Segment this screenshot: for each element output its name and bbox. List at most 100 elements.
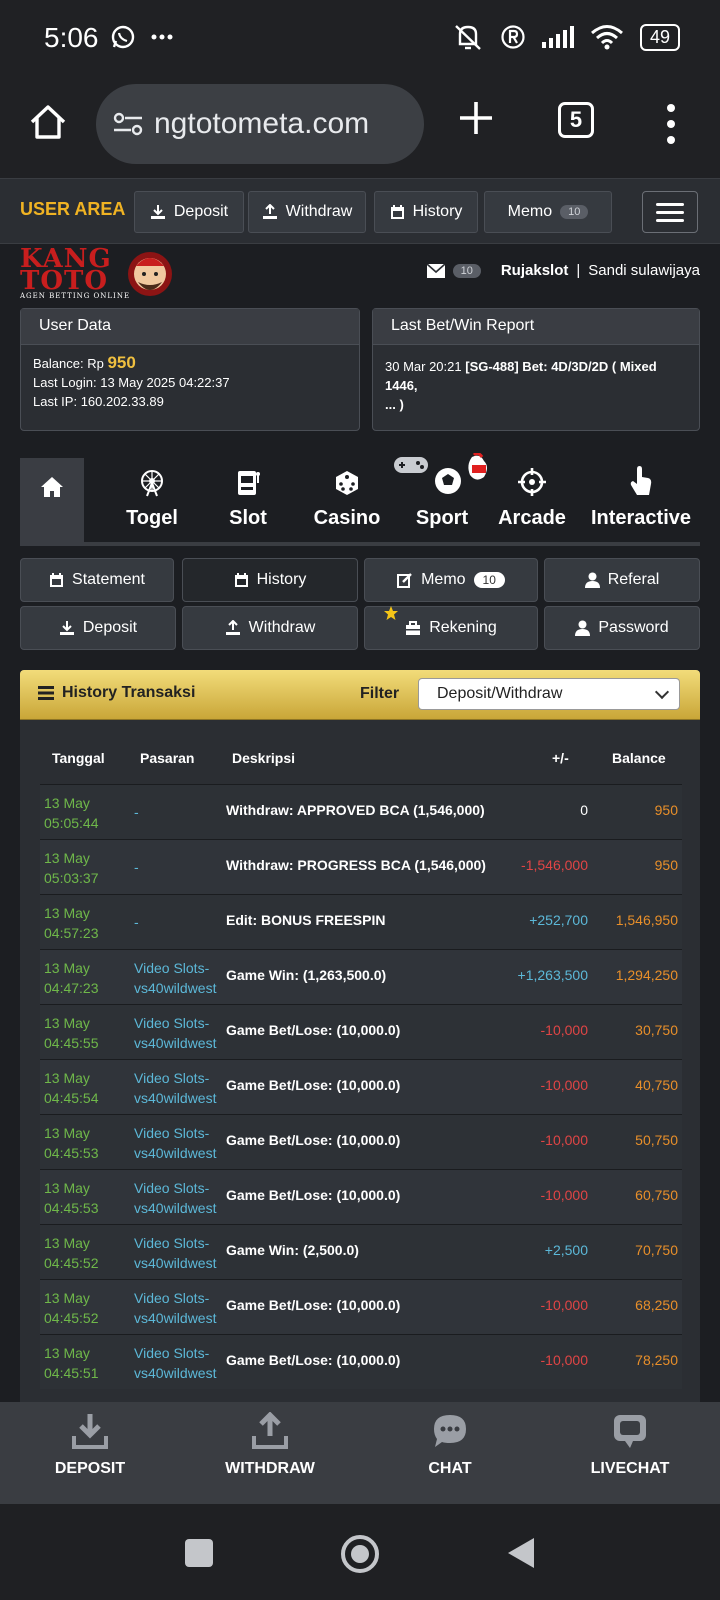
row-date-day: 13 May: [44, 850, 90, 866]
category-sport-label: Sport: [415, 507, 469, 529]
nav-deposit-button[interactable]: Deposit: [134, 191, 244, 233]
bottom-chat-button[interactable]: CHAT: [370, 1412, 530, 1478]
row-amount: -10,000: [540, 1297, 588, 1313]
nav-memo-button[interactable]: Memo 10: [484, 191, 612, 233]
user-fullname: Sandi sulawijaya: [588, 262, 700, 279]
category-togel[interactable]: Togel: [104, 458, 200, 546]
row-date-day: 13 May: [44, 1015, 90, 1031]
tab-switcher-button[interactable]: 5: [558, 102, 594, 138]
category-home[interactable]: [20, 458, 84, 546]
menu-deposit-label: Deposit: [82, 619, 138, 636]
menu-history-button[interactable]: History: [182, 558, 358, 602]
home-nav-icon[interactable]: [340, 1534, 380, 1574]
table-row: 13 May 04:45:52 Video Slots-vs40wildwest Ga…: [40, 1279, 682, 1334]
status-time: 5:06: [44, 22, 99, 53]
android-nav-bar: [0, 1504, 720, 1600]
menu-memo-button[interactable]: Memo 10: [364, 558, 538, 602]
row-pasaran-line1: Video Slots-: [134, 1290, 210, 1306]
home-icon: [41, 477, 63, 497]
gamepad-icon: [394, 457, 428, 473]
row-amount: -10,000: [540, 1077, 588, 1093]
category-slot[interactable]: Slot: [200, 458, 296, 546]
table-row: 13 May 04:45:53 Video Slots-vs40wildwest Ga…: [40, 1114, 682, 1169]
bottom-livechat-button[interactable]: LIVECHAT: [550, 1412, 710, 1478]
site-logo[interactable]: KANG TOTO AGEN BETTING ONLINE: [20, 246, 180, 304]
history-header: History Transaksi Filter Deposit/Withdra…: [20, 670, 700, 720]
row-pasaran[interactable]: -: [134, 857, 226, 877]
bottom-deposit-label: DEPOSIT: [54, 1460, 126, 1477]
table-row: 13 May 05:05:44 - Withdraw: APPROVED BCA (1…: [40, 784, 682, 839]
bottom-deposit-button[interactable]: DEPOSIT: [10, 1412, 170, 1478]
row-pasaran[interactable]: Video Slots-vs40wildwest: [134, 1288, 226, 1328]
row-date: 13 May 04:47:23: [44, 958, 134, 998]
row-amount: -10,000: [540, 1187, 588, 1203]
deposit-icon: [150, 205, 165, 219]
row-pasaran-line2: vs40wildwest: [134, 1310, 217, 1326]
site-settings-icon[interactable]: [112, 110, 144, 138]
row-date: 13 May 05:05:44: [44, 793, 134, 833]
menu-withdraw-button[interactable]: Withdraw: [182, 606, 358, 650]
row-amount: +252,700: [529, 912, 588, 928]
bottom-action-bar: DEPOSIT WITHDRAW CHAT LIVECHAT: [0, 1402, 720, 1504]
mail-badge: 10: [452, 263, 481, 278]
mail-icon[interactable]: [426, 263, 445, 278]
row-balance: 30,750: [635, 1022, 678, 1038]
row-date-day: 13 May: [44, 960, 90, 976]
col-balance: Balance: [612, 750, 666, 766]
category-sport[interactable]: Sport: [394, 453, 490, 546]
calendar-icon: [50, 572, 64, 587]
row-pasaran-line2: vs40wildwest: [134, 1145, 217, 1161]
nav-history-label: History: [412, 203, 463, 220]
menu-withdraw-label: Withdraw: [248, 619, 316, 636]
user-icon: [584, 572, 600, 588]
row-pasaran-line1: Video Slots-: [134, 1015, 210, 1031]
row-pasaran-line1: Video Slots-: [134, 1125, 210, 1141]
row-pasaran-line1: Video Slots-: [134, 960, 210, 976]
row-pasaran[interactable]: -: [134, 912, 226, 932]
row-pasaran[interactable]: Video Slots-vs40wildwest: [134, 1123, 226, 1163]
table-row: 13 May 04:45:54 Video Slots-vs40wildwest Ga…: [40, 1059, 682, 1114]
user-info-line: 10 Rujakslot | Sandi sulawijaya: [426, 262, 700, 279]
last-bet-detail-more: ... ): [385, 397, 404, 412]
home-icon[interactable]: [28, 102, 68, 142]
back-icon[interactable]: [506, 1536, 536, 1570]
menu-password-button[interactable]: Password: [544, 606, 700, 650]
row-pasaran[interactable]: Video Slots-vs40wildwest: [134, 1013, 226, 1053]
row-pasaran[interactable]: Video Slots-vs40wildwest: [134, 1178, 226, 1218]
hamburger-menu-icon[interactable]: [642, 191, 698, 233]
nav-history-button[interactable]: History: [374, 191, 478, 233]
menu-referal-button[interactable]: Referal: [544, 558, 700, 602]
filter-select[interactable]: Deposit/Withdraw: [418, 678, 680, 710]
nav-withdraw-button[interactable]: Withdraw: [248, 191, 366, 233]
table-row: 13 May 04:45:55 Video Slots-vs40wildwest Ga…: [40, 1004, 682, 1059]
menu-rekening-button[interactable]: Rekening: [364, 606, 538, 650]
row-balance: 40,750: [635, 1077, 678, 1093]
row-date-day: 13 May: [44, 1070, 90, 1086]
row-date-day: 13 May: [44, 1345, 90, 1361]
row-pasaran[interactable]: Video Slots-vs40wildwest: [134, 1068, 226, 1108]
sport-icons: [394, 453, 487, 494]
category-arcade[interactable]: Arcade: [484, 458, 580, 546]
history-title: History Transaksi: [62, 684, 196, 701]
row-date: 13 May 04:45:53: [44, 1123, 134, 1163]
category-casino[interactable]: Casino: [296, 458, 398, 546]
table-row: 13 May 04:45:53 Video Slots-vs40wildwest Ga…: [40, 1169, 682, 1224]
registered-icon: [501, 25, 525, 49]
row-date-day: 13 May: [44, 1125, 90, 1141]
briefcase-icon: [406, 620, 421, 635]
menu-statement-button[interactable]: Statement: [20, 558, 174, 602]
row-balance: 60,750: [635, 1187, 678, 1203]
recent-apps-icon[interactable]: [184, 1538, 214, 1568]
row-pasaran[interactable]: Video Slots-vs40wildwest: [134, 1343, 226, 1383]
bottom-withdraw-button[interactable]: WITHDRAW: [190, 1412, 350, 1478]
address-bar[interactable]: ngtotometa.com: [96, 84, 424, 164]
row-pasaran[interactable]: Video Slots-vs40wildwest: [134, 1233, 226, 1273]
table-header: Tanggal Pasaran Deskripsi +/- Balance: [40, 732, 682, 784]
row-pasaran[interactable]: -: [134, 802, 226, 822]
touch-hand-icon: [630, 466, 652, 495]
new-tab-icon[interactable]: [456, 98, 496, 138]
row-pasaran[interactable]: Video Slots-vs40wildwest: [134, 958, 226, 998]
browser-menu-icon[interactable]: [664, 104, 678, 144]
category-interactive[interactable]: Interactive: [578, 458, 704, 546]
menu-deposit-button[interactable]: Deposit: [20, 606, 176, 650]
